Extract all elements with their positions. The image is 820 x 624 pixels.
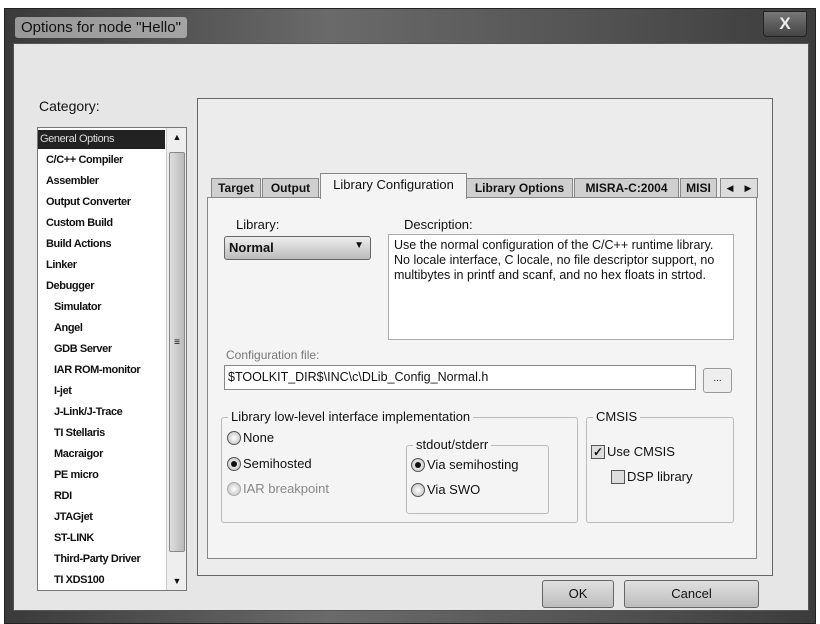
- scroll-thumb[interactable]: ≡: [169, 152, 185, 552]
- window-title: Options for node "Hello": [15, 17, 187, 38]
- radio-via-semihosting[interactable]: Via semihosting: [411, 457, 519, 472]
- category-item[interactable]: GDB Server: [54, 340, 112, 359]
- category-item[interactable]: TI Stellaris: [54, 424, 105, 443]
- radio-label: Semihosted: [243, 456, 312, 471]
- radio-label: None: [243, 430, 275, 445]
- category-item[interactable]: Angel: [54, 319, 83, 338]
- library-select[interactable]: Normal ▼: [224, 236, 371, 260]
- config-file-label: Configuration file:: [226, 348, 320, 362]
- category-item[interactable]: Macraigor: [54, 445, 103, 464]
- library-value: Normal: [229, 240, 274, 255]
- description-label: Description:: [404, 217, 473, 232]
- radio-via-swo[interactable]: Via SWO: [411, 482, 480, 497]
- category-item[interactable]: ST-LINK: [54, 529, 94, 548]
- radio-semihosted[interactable]: Semihosted: [227, 456, 312, 471]
- tab-misra-c-2004[interactable]: MISRA-C:2004: [574, 178, 679, 198]
- checkmark-icon: ✓: [591, 444, 605, 459]
- cancel-button[interactable]: Cancel: [624, 580, 759, 608]
- scroll-up-icon[interactable]: ▲: [167, 132, 187, 142]
- tab-library-options[interactable]: Library Options: [466, 178, 573, 198]
- dsp-library-checkbox[interactable]: DSP library: [611, 469, 693, 484]
- radio-icon: [411, 482, 425, 497]
- browse-button[interactable]: ...: [703, 368, 732, 393]
- category-item[interactable]: JTAGjet: [54, 508, 93, 527]
- tab-scroll-right-icon[interactable]: ▶: [745, 183, 752, 194]
- category-item[interactable]: General Options: [38, 130, 165, 149]
- low-level-group: Library low-level interface implementati…: [221, 409, 578, 523]
- low-level-legend: Library low-level interface implementati…: [228, 409, 474, 424]
- radio-checked-icon: [227, 456, 241, 471]
- radio-icon: [227, 430, 241, 445]
- radio-label: Via semihosting: [427, 457, 519, 472]
- scroll-down-icon[interactable]: ▼: [167, 576, 187, 586]
- category-item[interactable]: Linker: [46, 256, 77, 275]
- radio-label: Via SWO: [427, 482, 481, 497]
- checkbox-icon: [611, 469, 625, 484]
- scrollbar[interactable]: ▲ ≡ ▼: [166, 128, 186, 590]
- category-item[interactable]: Build Actions: [46, 235, 112, 254]
- radio-icon: [227, 481, 241, 496]
- tab-library-configuration[interactable]: Library Configuration: [320, 173, 467, 199]
- radio-checked-icon: [411, 457, 425, 472]
- tab-output[interactable]: Output: [262, 178, 319, 198]
- tab-content: Library: Normal ▼ Description: Use the no…: [207, 197, 757, 559]
- stdout-group: stdout/stderr Via semihosting Via SWO: [406, 437, 549, 514]
- category-item[interactable]: TI XDS100: [54, 571, 105, 590]
- category-item[interactable]: Debugger: [46, 277, 95, 296]
- category-item[interactable]: RDI: [54, 487, 72, 506]
- category-item[interactable]: C/C++ Compiler: [46, 151, 123, 170]
- category-item[interactable]: Simulator: [54, 298, 102, 317]
- radio-label: IAR breakpoint: [243, 481, 329, 496]
- category-item[interactable]: IAR ROM-monitor: [54, 361, 141, 380]
- category-item[interactable]: Third-Party Driver: [54, 550, 141, 569]
- category-item[interactable]: Custom Build: [46, 214, 113, 233]
- library-label: Library:: [236, 217, 280, 232]
- ok-button[interactable]: OK: [542, 580, 614, 608]
- tab-misi[interactable]: MISI: [680, 178, 717, 198]
- checkbox-label: DSP library: [627, 469, 693, 484]
- dialog-client: Category: ▲ ≡ ▼ General Options C/C++ Com…: [13, 43, 809, 611]
- category-item[interactable]: Assembler: [46, 172, 99, 191]
- close-button[interactable]: X: [763, 11, 807, 37]
- category-item[interactable]: I-jet: [54, 382, 72, 401]
- tab-scroll-left-icon[interactable]: ◀: [727, 183, 734, 194]
- category-item[interactable]: J-Link/J-Trace: [54, 403, 123, 422]
- chevron-down-icon: ▼: [354, 240, 364, 251]
- stdout-legend: stdout/stderr: [413, 437, 492, 452]
- cmsis-group: CMSIS ✓ Use CMSIS DSP library: [586, 409, 734, 523]
- tab-target[interactable]: Target: [211, 178, 261, 198]
- cmsis-legend: CMSIS: [593, 409, 641, 424]
- description-box: Use the normal configuration of the C/C+…: [388, 234, 734, 340]
- checkbox-label: Use CMSIS: [607, 444, 675, 459]
- config-file-input[interactable]: $TOOLKIT_DIR$\INC\c\DLib_Config_Normal.h: [224, 365, 696, 390]
- category-label: Category:: [39, 98, 100, 114]
- radio-iar-breakpoint[interactable]: IAR breakpoint: [227, 481, 329, 496]
- use-cmsis-checkbox[interactable]: ✓ Use CMSIS: [591, 444, 675, 459]
- dialog-window: Options for node "Hello" X Category: ▲ ≡…: [4, 8, 816, 624]
- radio-none[interactable]: None: [227, 430, 274, 445]
- category-item[interactable]: Output Converter: [46, 193, 131, 212]
- category-item[interactable]: PE micro: [54, 466, 99, 485]
- category-list[interactable]: ▲ ≡ ▼ General Options C/C++ Compiler Assem…: [37, 127, 187, 591]
